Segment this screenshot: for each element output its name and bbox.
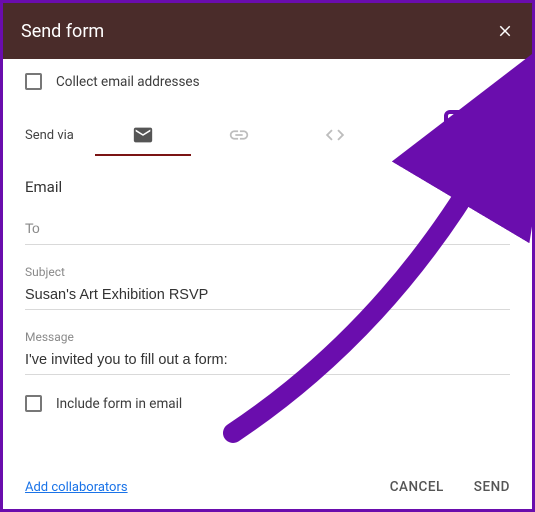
add-collaborators-link[interactable]: Add collaborators — [25, 480, 128, 495]
tab-link[interactable] — [191, 114, 287, 156]
twitter-share-button[interactable] — [484, 119, 508, 141]
section-title-email: Email — [25, 178, 510, 196]
facebook-icon — [460, 121, 472, 140]
send-via-row: Send via — [25, 114, 510, 156]
send-form-dialog: Send form Collect email addresses Send v… — [0, 0, 535, 512]
close-icon[interactable] — [496, 22, 514, 40]
dialog-title: Send form — [21, 21, 104, 42]
tab-email[interactable] — [95, 114, 191, 156]
subject-label: Subject — [25, 265, 510, 279]
tab-underline — [95, 154, 191, 156]
dialog-body: Collect email addresses Send via — [3, 59, 532, 412]
email-icon — [132, 124, 154, 146]
collect-emails-checkbox[interactable] — [25, 73, 42, 90]
collect-emails-row: Collect email addresses — [25, 73, 510, 90]
cancel-button[interactable]: CANCEL — [390, 479, 444, 495]
dialog-header: Send form — [3, 3, 532, 59]
message-label: Message — [25, 330, 510, 344]
message-field: Message — [25, 330, 510, 375]
dialog-footer: Add collaborators CANCEL SEND — [3, 479, 532, 495]
link-icon — [228, 124, 250, 146]
footer-buttons: CANCEL SEND — [390, 479, 510, 495]
subject-input[interactable] — [25, 283, 510, 310]
include-form-row: Include form in email — [25, 395, 510, 412]
include-form-label: Include form in email — [56, 396, 182, 412]
send-button[interactable]: SEND — [474, 479, 510, 495]
tab-embed[interactable] — [287, 114, 383, 156]
facebook-share-button[interactable] — [454, 119, 478, 141]
message-input[interactable] — [25, 348, 510, 375]
include-form-checkbox[interactable] — [25, 395, 42, 412]
social-share-highlight — [444, 110, 518, 150]
to-field — [25, 214, 510, 245]
subject-field: Subject — [25, 265, 510, 310]
embed-icon — [324, 124, 346, 146]
to-input[interactable] — [25, 214, 510, 245]
twitter-icon — [489, 121, 503, 140]
collect-emails-label: Collect email addresses — [56, 74, 200, 90]
send-via-label: Send via — [25, 128, 95, 143]
